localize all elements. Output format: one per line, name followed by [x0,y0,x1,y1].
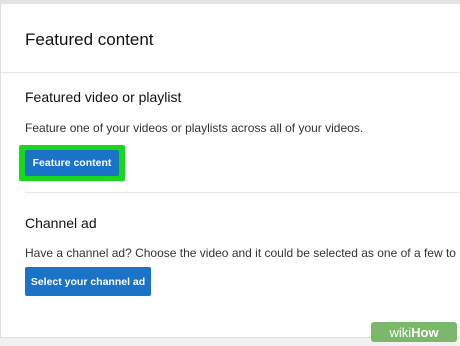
feature-content-button[interactable]: Feature content [25,150,119,176]
select-channel-ad-button[interactable]: Select your channel ad [25,267,151,296]
watermark-wiki: wiki [389,324,412,340]
wikihow-watermark-logo: wiki How [371,322,457,342]
header-divider [1,72,460,73]
page-title: Featured content [25,30,154,49]
section-divider [25,192,460,193]
channel-ad-section-title: Channel ad [25,215,97,231]
featured-content-card: Featured content Featured video or playl… [0,4,460,337]
channel-ad-section-description: Have a channel ad? Choose the video and … [25,246,456,260]
featured-section-description: Feature one of your videos or playlists … [25,121,364,135]
watermark-how: How [411,324,439,340]
featured-section-title: Featured video or playlist [25,89,182,105]
